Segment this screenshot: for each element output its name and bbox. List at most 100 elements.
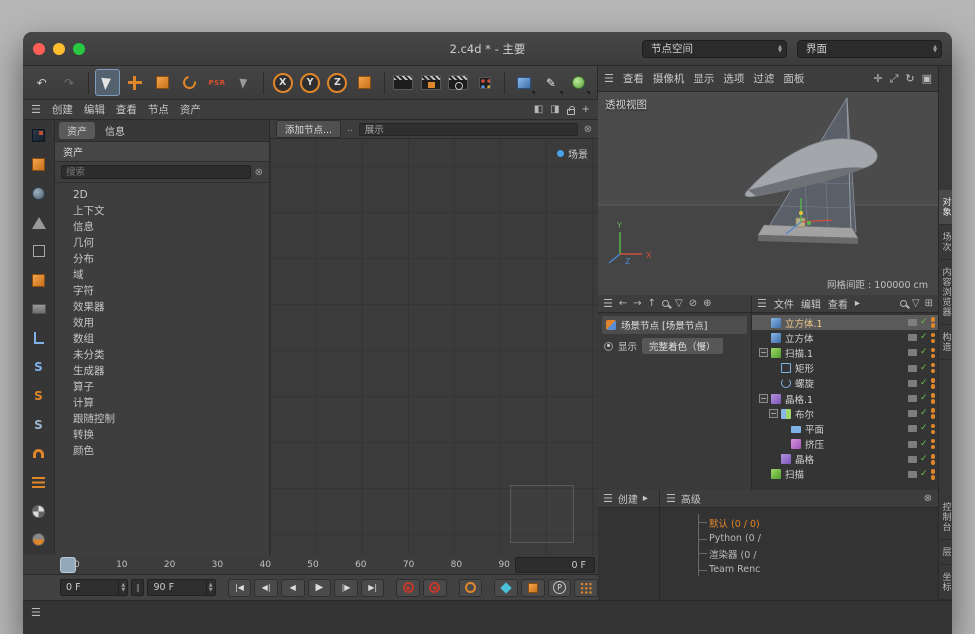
rotate-view-icon[interactable]: ↻ — [905, 72, 914, 86]
stepper-icon[interactable]: ▲▼ — [206, 580, 215, 595]
enable-check-icon[interactable]: ✓ — [920, 470, 928, 479]
prev-frame-button[interactable]: ◀ — [281, 579, 305, 597]
radio-icon[interactable] — [604, 342, 613, 351]
node-editor-app-button[interactable] — [25, 122, 53, 150]
node-group-frame[interactable] — [510, 485, 574, 543]
visibility-dots[interactable] — [931, 393, 936, 404]
object-row[interactable]: 立方体.1 ✓ — [752, 315, 938, 330]
category-item[interactable]: 几何 — [55, 235, 269, 251]
up-icon[interactable]: ↑ — [648, 298, 656, 309]
layer-chip[interactable] — [908, 456, 917, 463]
category-item[interactable]: 上下文 — [55, 203, 269, 219]
autokey-button[interactable] — [459, 579, 483, 597]
live-selection-tool[interactable] — [95, 69, 121, 96]
keyframe-parameter-button[interactable]: P — [548, 579, 572, 597]
add-icon[interactable]: ⊞ — [925, 298, 933, 309]
cube-asset-button[interactable] — [25, 151, 53, 179]
more-icon[interactable]: ▸ — [643, 493, 648, 504]
node-graph-canvas[interactable]: 添加节点... .. ⊗ 场景 — [270, 120, 598, 555]
visibility-dots[interactable] — [931, 378, 936, 389]
add-node-button[interactable]: 添加节点... — [276, 120, 341, 138]
menu-create[interactable]: 创建 — [52, 102, 73, 117]
viewport-menu-options[interactable]: 选项 — [723, 71, 744, 86]
start-frame-spinner[interactable]: 0 F▲▼ — [60, 579, 128, 596]
tab-coordinates[interactable]: 坐标 — [939, 565, 953, 600]
viewport-menu-filter[interactable]: 过滤 — [753, 71, 774, 86]
lock-icon[interactable] — [567, 109, 575, 115]
menu-asset[interactable]: 资产 — [180, 102, 201, 117]
clear-search-icon[interactable]: ⊗ — [255, 167, 263, 178]
enable-check-icon[interactable]: ✓ — [920, 409, 928, 418]
record-objects-button[interactable] — [423, 579, 447, 597]
enable-check-icon[interactable]: ✓ — [920, 394, 928, 403]
category-item[interactable]: 颜色 — [55, 443, 269, 459]
category-item[interactable]: 域 — [55, 267, 269, 283]
om-menu-view[interactable]: 查看 — [828, 296, 848, 311]
layer-chip[interactable] — [908, 425, 917, 432]
menu-edit[interactable]: 编辑 — [84, 102, 105, 117]
tab-content-browser[interactable]: 内容浏览器 — [939, 260, 953, 325]
object-row[interactable]: 布尔 ✓ — [752, 406, 938, 421]
spline-s3-button[interactable]: S — [25, 411, 53, 439]
toggle-view-icon[interactable]: ▣ — [922, 72, 932, 86]
y-axis-lock-button[interactable]: Y — [297, 69, 322, 96]
keyframe-position-button[interactable] — [521, 579, 545, 597]
visibility-dots[interactable] — [931, 317, 936, 328]
create-panel-menu-icon[interactable]: ☰ — [603, 492, 613, 505]
render-queue-button[interactable] — [473, 69, 498, 96]
range-slider[interactable]: ∥ — [131, 579, 144, 596]
visibility-dots[interactable] — [931, 333, 936, 344]
tab-info[interactable]: 信息 — [97, 122, 133, 139]
visibility-dots[interactable] — [931, 454, 936, 465]
enable-check-icon[interactable]: ✓ — [920, 318, 928, 327]
collapse-icon[interactable] — [759, 348, 768, 357]
tab-assets[interactable]: 资产 — [59, 122, 95, 139]
more-menus-icon[interactable]: ▸ — [855, 298, 860, 309]
interface-select[interactable]: 界面 ▲▼ — [797, 40, 942, 58]
tab-structure[interactable]: 构造 — [939, 325, 953, 360]
tab-advanced[interactable]: 高级 — [681, 491, 701, 506]
tree-item[interactable]: Team Renc — [699, 562, 938, 576]
node-editor-menu-icon[interactable]: ☰ — [31, 103, 41, 116]
orange-cube-asset-button[interactable] — [25, 266, 53, 294]
visibility-dots[interactable] — [931, 408, 936, 419]
maximize-window-button[interactable] — [73, 43, 85, 55]
visibility-dots[interactable] — [931, 439, 936, 450]
spline-s1-button[interactable]: S — [25, 353, 53, 381]
layer-chip[interactable] — [908, 380, 917, 387]
layer-chip[interactable] — [908, 319, 917, 326]
spline-pen-button[interactable]: ✎ — [538, 69, 563, 96]
layout-right-icon[interactable]: ◨ — [550, 104, 559, 115]
layer-chip[interactable] — [908, 471, 917, 478]
play-button[interactable]: ▶ — [308, 579, 332, 597]
minimize-window-button[interactable] — [53, 43, 65, 55]
end-frame-spinner[interactable]: 90 F▲▼ — [147, 579, 215, 596]
menu-view[interactable]: 查看 — [116, 102, 137, 117]
tree-item[interactable]: 默认 (0 / 0) — [699, 514, 938, 531]
visibility-dots[interactable] — [931, 348, 936, 359]
layout-left-icon[interactable]: ◧ — [534, 104, 543, 115]
enable-check-icon[interactable]: ✓ — [920, 455, 928, 464]
prev-key-button[interactable]: ◀| — [254, 579, 278, 597]
object-row[interactable]: 晶格 ✓ — [752, 452, 938, 467]
cube-outline-asset-button[interactable] — [25, 237, 53, 265]
tree-item[interactable]: Python (0 / — [699, 531, 938, 545]
category-item[interactable]: 跟随控制 — [55, 411, 269, 427]
clear-filter-icon[interactable]: ⊗ — [584, 124, 592, 135]
category-item[interactable]: 分布 — [55, 251, 269, 267]
enable-check-icon[interactable]: ✓ — [920, 364, 928, 373]
scale-tool[interactable] — [150, 69, 175, 96]
menu-node[interactable]: 节点 — [148, 102, 169, 117]
display-mode-select[interactable]: 完整着色（慢） — [642, 338, 723, 354]
category-item[interactable]: 未分类 — [55, 347, 269, 363]
timeline-ruler[interactable]: 0 10 20 30 40 50 60 70 80 90 0 F — [23, 555, 598, 575]
display-mode-row[interactable]: 显示 完整着色（慢） — [602, 334, 747, 358]
simulation-button[interactable] — [566, 69, 591, 96]
layer-chip[interactable] — [908, 365, 917, 372]
category-item[interactable]: 效用 — [55, 315, 269, 331]
viewport-menu-display[interactable]: 显示 — [693, 71, 714, 86]
block-icon[interactable]: ⊘ — [689, 298, 697, 309]
om-menu-file[interactable]: 文件 — [774, 296, 794, 311]
sphere-asset-button[interactable] — [25, 180, 53, 208]
glow-material-button[interactable] — [25, 526, 53, 554]
